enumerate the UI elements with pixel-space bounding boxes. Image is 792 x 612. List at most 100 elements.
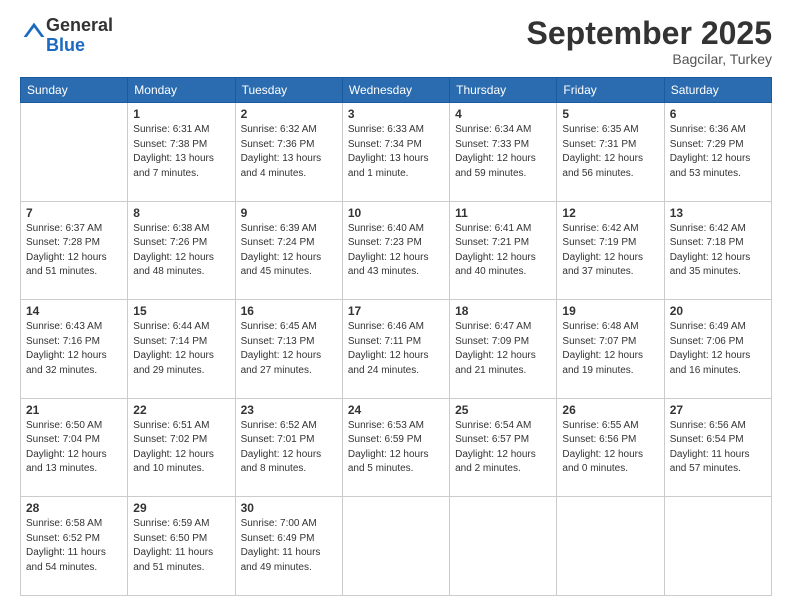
day-number: 14 — [26, 304, 122, 318]
day-number: 6 — [670, 107, 766, 121]
day-info: Sunrise: 6:41 AM Sunset: 7:21 PM Dayligh… — [455, 222, 551, 280]
page-header: General Blue September 2025 Bagcilar, Tu… — [20, 16, 772, 67]
calendar-body: 1 Sunrise: 6:31 AM Sunset: 7:38 PM Daylig… — [21, 103, 772, 596]
day-info: Sunrise: 6:33 AM Sunset: 7:34 PM Dayligh… — [348, 123, 444, 181]
day-info: Sunrise: 6:59 AM Sunset: 6:50 PM Dayligh… — [133, 517, 229, 575]
day-info: Sunrise: 6:32 AM Sunset: 7:36 PM Dayligh… — [241, 123, 337, 181]
calendar-cell: 9 Sunrise: 6:39 AM Sunset: 7:24 PM Daylig… — [235, 201, 342, 300]
day-info: Sunrise: 6:58 AM Sunset: 6:52 PM Dayligh… — [26, 517, 122, 575]
calendar-cell: 30 Sunrise: 7:00 AM Sunset: 6:49 PM Dayli… — [235, 497, 342, 596]
day-info: Sunrise: 6:37 AM Sunset: 7:28 PM Dayligh… — [26, 222, 122, 280]
day-info: Sunrise: 6:36 AM Sunset: 7:29 PM Dayligh… — [670, 123, 766, 181]
day-info: Sunrise: 6:42 AM Sunset: 7:19 PM Dayligh… — [562, 222, 658, 280]
calendar-day-header: Friday — [557, 78, 664, 103]
day-info: Sunrise: 6:43 AM Sunset: 7:16 PM Dayligh… — [26, 320, 122, 378]
calendar-cell — [450, 497, 557, 596]
location: Bagcilar, Turkey — [527, 51, 772, 67]
calendar-cell: 12 Sunrise: 6:42 AM Sunset: 7:19 PM Dayli… — [557, 201, 664, 300]
calendar-cell: 13 Sunrise: 6:42 AM Sunset: 7:18 PM Dayli… — [664, 201, 771, 300]
day-info: Sunrise: 6:55 AM Sunset: 6:56 PM Dayligh… — [562, 419, 658, 477]
day-number: 12 — [562, 206, 658, 220]
day-number: 23 — [241, 403, 337, 417]
calendar-week-row: 21Sunrise: 6:50 AM Sunset: 7:04 PM Dayli… — [21, 398, 772, 497]
logo-text: General Blue — [46, 16, 113, 56]
day-info: Sunrise: 6:42 AM Sunset: 7:18 PM Dayligh… — [670, 222, 766, 280]
calendar-cell: 6 Sunrise: 6:36 AM Sunset: 7:29 PM Daylig… — [664, 103, 771, 202]
day-number: 27 — [670, 403, 766, 417]
title-block: September 2025 Bagcilar, Turkey — [527, 16, 772, 67]
day-number: 17 — [348, 304, 444, 318]
day-number: 8 — [133, 206, 229, 220]
day-number: 2 — [241, 107, 337, 121]
calendar-cell: 21Sunrise: 6:50 AM Sunset: 7:04 PM Dayli… — [21, 398, 128, 497]
calendar-day-header: Wednesday — [342, 78, 449, 103]
day-info: Sunrise: 6:40 AM Sunset: 7:23 PM Dayligh… — [348, 222, 444, 280]
day-info: Sunrise: 6:56 AM Sunset: 6:54 PM Dayligh… — [670, 419, 766, 477]
day-number: 19 — [562, 304, 658, 318]
calendar-cell: 19Sunrise: 6:48 AM Sunset: 7:07 PM Dayli… — [557, 300, 664, 399]
day-info: Sunrise: 6:44 AM Sunset: 7:14 PM Dayligh… — [133, 320, 229, 378]
day-number: 13 — [670, 206, 766, 220]
calendar-cell: 15 Sunrise: 6:44 AM Sunset: 7:14 PM Dayli… — [128, 300, 235, 399]
calendar-day-header: Tuesday — [235, 78, 342, 103]
calendar-cell: 4 Sunrise: 6:34 AM Sunset: 7:33 PM Daylig… — [450, 103, 557, 202]
day-number: 4 — [455, 107, 551, 121]
calendar-cell: 22 Sunrise: 6:51 AM Sunset: 7:02 PM Dayli… — [128, 398, 235, 497]
day-info: Sunrise: 6:53 AM Sunset: 6:59 PM Dayligh… — [348, 419, 444, 477]
day-number: 11 — [455, 206, 551, 220]
day-number: 16 — [241, 304, 337, 318]
day-number: 24 — [348, 403, 444, 417]
calendar-day-header: Sunday — [21, 78, 128, 103]
day-number: 30 — [241, 501, 337, 515]
day-info: Sunrise: 6:34 AM Sunset: 7:33 PM Dayligh… — [455, 123, 551, 181]
calendar-day-header: Monday — [128, 78, 235, 103]
day-number: 5 — [562, 107, 658, 121]
calendar-cell — [342, 497, 449, 596]
day-number: 22 — [133, 403, 229, 417]
calendar-week-row: 7 Sunrise: 6:37 AM Sunset: 7:28 PM Daylig… — [21, 201, 772, 300]
day-info: Sunrise: 7:00 AM Sunset: 6:49 PM Dayligh… — [241, 517, 337, 575]
logo-general: General — [46, 15, 113, 35]
calendar-cell: 17 Sunrise: 6:46 AM Sunset: 7:11 PM Dayli… — [342, 300, 449, 399]
calendar-cell — [557, 497, 664, 596]
calendar-day-header: Thursday — [450, 78, 557, 103]
day-number: 29 — [133, 501, 229, 515]
day-number: 9 — [241, 206, 337, 220]
logo-blue: Blue — [46, 35, 85, 55]
calendar-cell — [664, 497, 771, 596]
calendar-cell: 7 Sunrise: 6:37 AM Sunset: 7:28 PM Daylig… — [21, 201, 128, 300]
calendar-cell: 29 Sunrise: 6:59 AM Sunset: 6:50 PM Dayli… — [128, 497, 235, 596]
logo-icon — [22, 21, 46, 45]
day-info: Sunrise: 6:45 AM Sunset: 7:13 PM Dayligh… — [241, 320, 337, 378]
calendar-cell: 27 Sunrise: 6:56 AM Sunset: 6:54 PM Dayli… — [664, 398, 771, 497]
calendar-cell: 28Sunrise: 6:58 AM Sunset: 6:52 PM Dayli… — [21, 497, 128, 596]
calendar-cell: 14 Sunrise: 6:43 AM Sunset: 7:16 PM Dayli… — [21, 300, 128, 399]
day-number: 21 — [26, 403, 122, 417]
calendar-cell: 10 Sunrise: 6:40 AM Sunset: 7:23 PM Dayli… — [342, 201, 449, 300]
month-title: September 2025 — [527, 16, 772, 51]
calendar-cell — [21, 103, 128, 202]
day-info: Sunrise: 6:54 AM Sunset: 6:57 PM Dayligh… — [455, 419, 551, 477]
calendar-cell: 20Sunrise: 6:49 AM Sunset: 7:06 PM Dayli… — [664, 300, 771, 399]
day-number: 10 — [348, 206, 444, 220]
day-info: Sunrise: 6:51 AM Sunset: 7:02 PM Dayligh… — [133, 419, 229, 477]
calendar-cell: 23Sunrise: 6:52 AM Sunset: 7:01 PM Dayli… — [235, 398, 342, 497]
calendar-table: SundayMondayTuesdayWednesdayThursdayFrid… — [20, 77, 772, 596]
calendar-week-row: 28Sunrise: 6:58 AM Sunset: 6:52 PM Dayli… — [21, 497, 772, 596]
day-number: 26 — [562, 403, 658, 417]
day-info: Sunrise: 6:46 AM Sunset: 7:11 PM Dayligh… — [348, 320, 444, 378]
day-info: Sunrise: 6:47 AM Sunset: 7:09 PM Dayligh… — [455, 320, 551, 378]
calendar-cell: 3Sunrise: 6:33 AM Sunset: 7:34 PM Daylig… — [342, 103, 449, 202]
calendar-cell: 8Sunrise: 6:38 AM Sunset: 7:26 PM Daylig… — [128, 201, 235, 300]
day-number: 1 — [133, 107, 229, 121]
calendar-cell: 2 Sunrise: 6:32 AM Sunset: 7:36 PM Daylig… — [235, 103, 342, 202]
calendar-cell: 11 Sunrise: 6:41 AM Sunset: 7:21 PM Dayli… — [450, 201, 557, 300]
day-number: 15 — [133, 304, 229, 318]
day-info: Sunrise: 6:39 AM Sunset: 7:24 PM Dayligh… — [241, 222, 337, 280]
day-number: 18 — [455, 304, 551, 318]
day-number: 7 — [26, 206, 122, 220]
day-info: Sunrise: 6:31 AM Sunset: 7:38 PM Dayligh… — [133, 123, 229, 181]
calendar-cell: 5Sunrise: 6:35 AM Sunset: 7:31 PM Daylig… — [557, 103, 664, 202]
day-number: 25 — [455, 403, 551, 417]
calendar-cell: 26 Sunrise: 6:55 AM Sunset: 6:56 PM Dayli… — [557, 398, 664, 497]
